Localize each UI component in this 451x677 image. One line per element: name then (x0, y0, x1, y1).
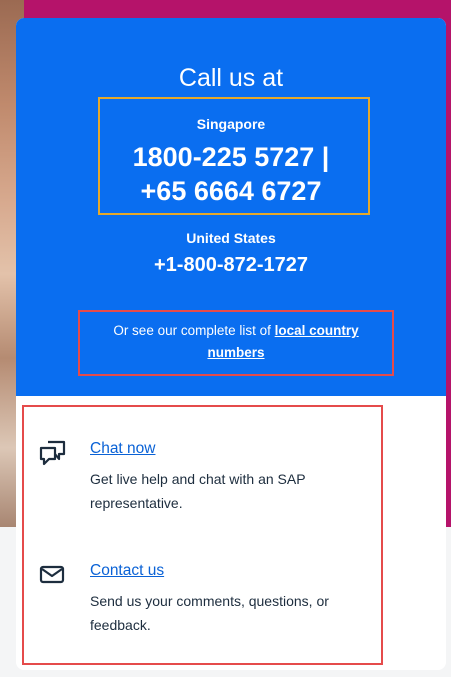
contact-us-description: Send us your comments, questions, or fee… (90, 593, 329, 633)
singapore-label: Singapore (196, 116, 266, 132)
local-link-line2: numbers (207, 345, 265, 360)
contact-card: Call us at Singapore 1800-225 5727 | +65… (16, 18, 446, 670)
local-numbers-prefix: Or see our complete list of (113, 323, 275, 338)
call-us-panel: Call us at Singapore 1800-225 5727 | +65… (16, 18, 446, 396)
singapore-phone-line1: 1800-225 5727 | (132, 142, 330, 172)
us-phone[interactable]: +1-800-872-1727 (16, 254, 446, 277)
chat-icon (38, 437, 68, 467)
mail-icon (38, 559, 68, 589)
call-us-title: Call us at (178, 64, 284, 92)
singapore-phone-line2: +65 6664 6727 (140, 176, 322, 206)
singapore-phone[interactable]: 1800-225 5727 | +65 6664 6727 (16, 140, 446, 208)
local-link-line1: local country (274, 323, 359, 338)
contact-us-link[interactable]: Contact us (90, 562, 164, 580)
local-numbers-text: Or see our complete list of local countr… (78, 320, 394, 364)
chat-now-link[interactable]: Chat now (90, 440, 155, 458)
us-label: United States (186, 230, 276, 246)
chat-now-description: Get live help and chat with an SAP repre… (90, 471, 306, 511)
